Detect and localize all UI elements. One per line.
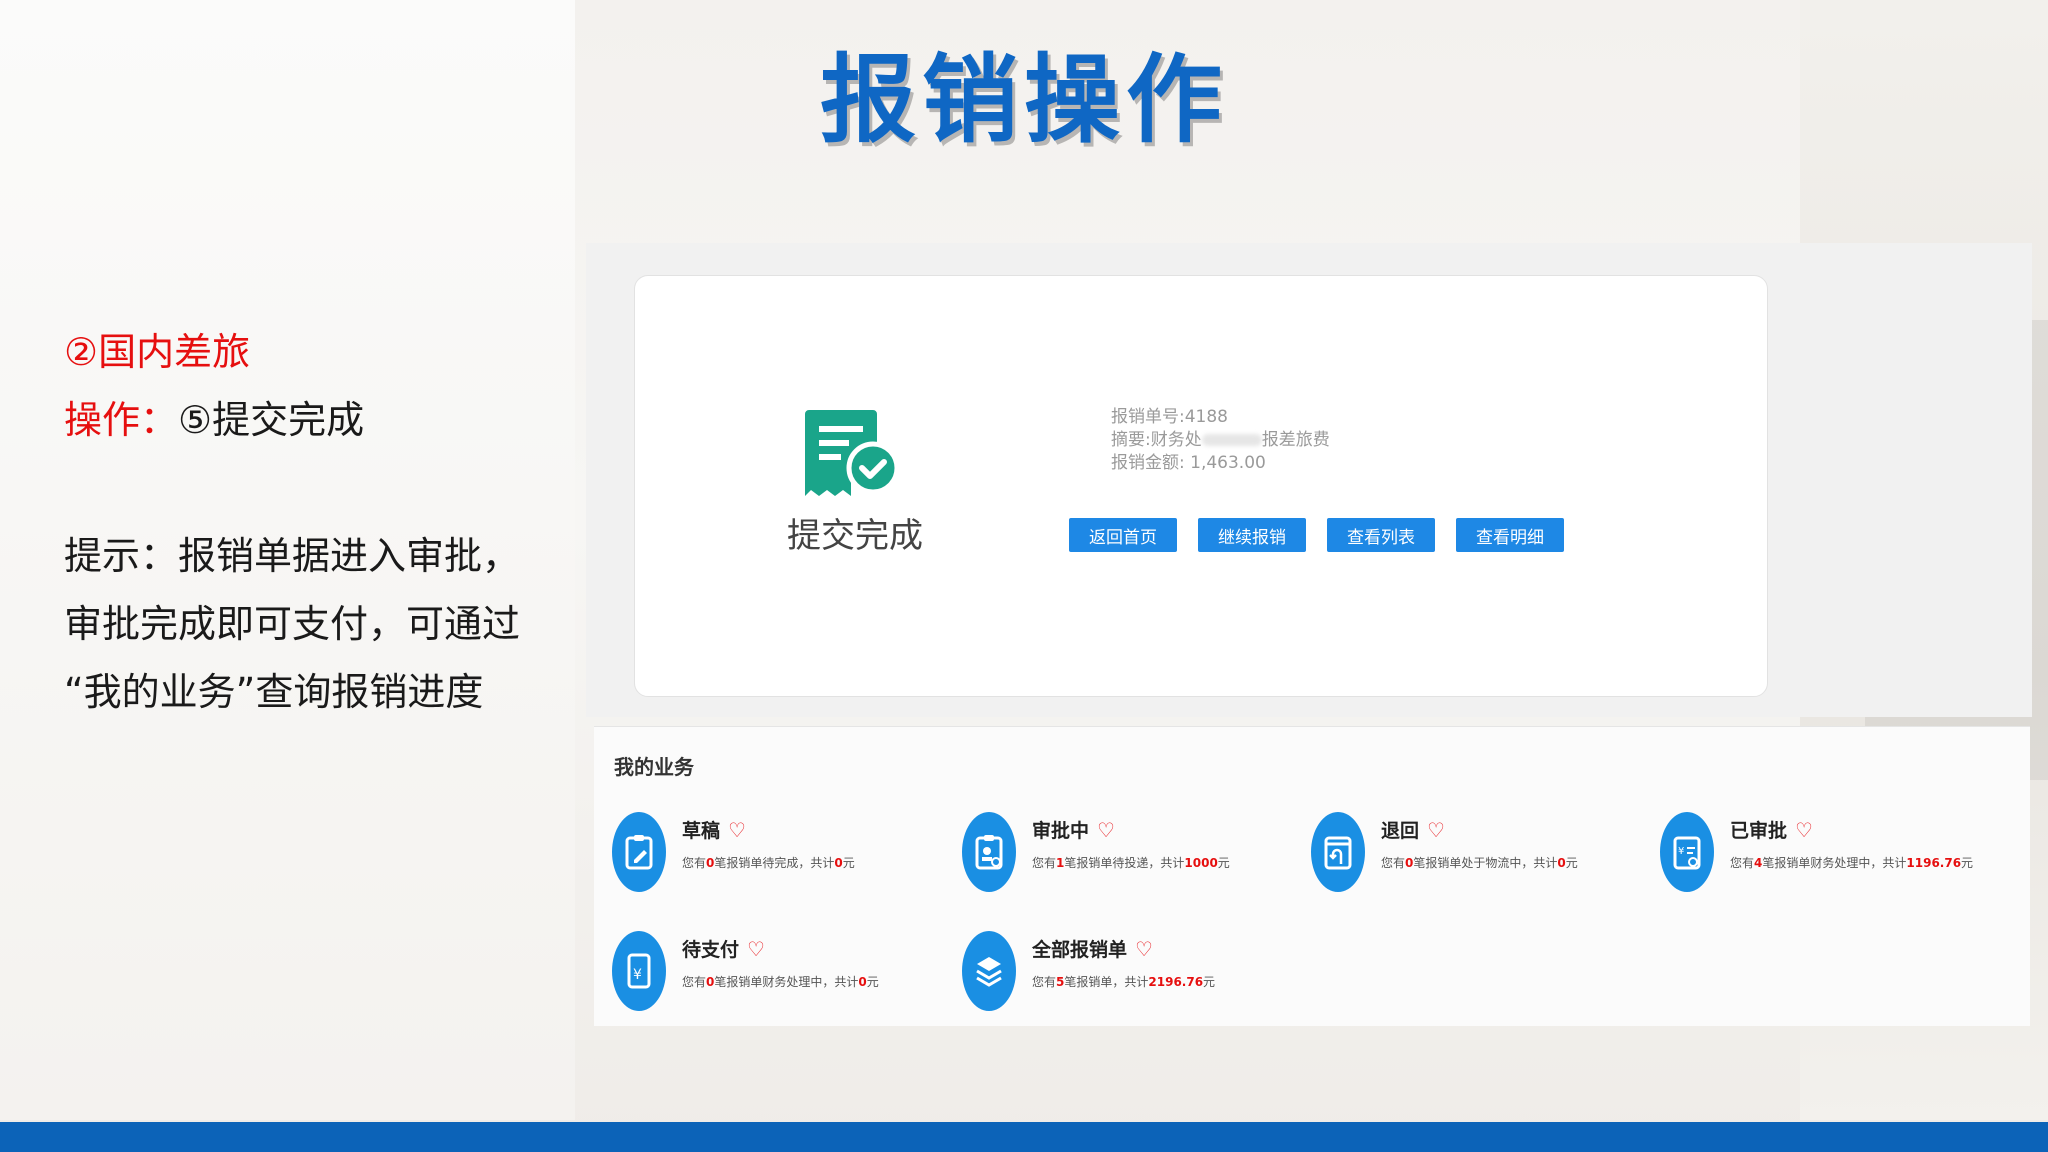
svg-text:¥: ¥ — [1678, 846, 1684, 857]
continue-reimburse-button[interactable]: 继续报销 — [1198, 518, 1306, 552]
operation-label: 操作： — [64, 398, 179, 442]
left-notes: ②国内差旅 操作：⑤提交完成 提示：报销单据进入审批， 审批完成即可支付，可通过… — [64, 318, 564, 726]
heart-outline-icon[interactable]: ♡ — [1097, 818, 1115, 842]
approving-icon — [962, 812, 1016, 892]
submit-panel: 提交完成 报销单号:4188 摘要:财务处 报差旅费 报销金额: 1,463.00… — [586, 243, 2032, 717]
summary-line: 摘要:财务处 报差旅费 — [1111, 429, 1330, 452]
business-name: 已审批 ♡ — [1730, 818, 1813, 842]
all-layers-icon — [962, 931, 1016, 1011]
reimbursement-number: 报销单号:4188 — [1111, 407, 1228, 427]
business-desc: 您有5笔报销单，共计2196.76元 — [1032, 975, 1216, 989]
pending-payment-icon: ¥ — [612, 931, 666, 1011]
receipt-check-icon — [805, 410, 900, 496]
submit-card: 提交完成 报销单号:4188 摘要:财务处 报差旅费 报销金额: 1,463.00… — [634, 275, 1768, 697]
blurred-name — [1201, 434, 1262, 446]
reimbursement-amount: 报销金额: 1,463.00 — [1111, 453, 1266, 473]
heart-outline-icon[interactable]: ♡ — [1795, 818, 1813, 842]
business-name: 草稿 ♡ — [682, 818, 746, 842]
business-name: 退回 ♡ — [1381, 818, 1445, 842]
business-name: 待支付 ♡ — [682, 937, 765, 961]
approved-icon: ¥ — [1660, 812, 1714, 892]
tip-line-2: 审批完成即可支付，可通过 — [64, 602, 521, 646]
business-desc: 您有0笔报销单财务处理中，共计0元 — [682, 975, 879, 989]
my-business-panel: 我的业务 草稿 ♡ 您有0笔报销单待完成，共计0元 审批中 ♡ 您有1笔报销单待投递… — [594, 726, 2030, 1026]
tip-line-3: “我的业务”查询报销进度 — [64, 670, 484, 714]
tip-line-1: 提示：报销单据进入审批， — [64, 534, 521, 578]
business-desc: 您有4笔报销单财务处理中，共计1196.76元 — [1730, 856, 1974, 870]
heart-outline-icon[interactable]: ♡ — [728, 818, 746, 842]
returned-icon — [1311, 812, 1365, 892]
summary-prefix: 摘要:财务处 — [1111, 430, 1202, 450]
business-item-all[interactable]: 全部报销单 ♡ 您有5笔报销单，共计2196.76元 — [954, 931, 1294, 1011]
bottom-bar — [0, 1122, 2048, 1152]
operation-value: ⑤提交完成 — [178, 398, 365, 442]
heart-outline-icon[interactable]: ♡ — [1135, 937, 1153, 961]
svg-text:¥: ¥ — [633, 967, 642, 983]
business-item-approved[interactable]: ¥ 已审批 ♡ 您有4笔报销单财务处理中，共计1196.76元 — [1652, 812, 1992, 892]
return-home-button[interactable]: 返回首页 — [1069, 518, 1177, 552]
draft-icon — [612, 812, 666, 892]
business-desc: 您有0笔报销单待完成，共计0元 — [682, 856, 855, 870]
business-desc: 您有1笔报销单待投递，共计1000元 — [1032, 856, 1230, 870]
page-title: 报销操作 — [820, 44, 1228, 156]
submit-info: 报销单号:4188 摘要:财务处 报差旅费 报销金额: 1,463.00 — [1111, 406, 1330, 475]
business-desc: 您有0笔报销单处于物流中，共计0元 — [1381, 856, 1578, 870]
operation-line: 操作：⑤提交完成 — [64, 386, 564, 454]
action-buttons: 返回首页 继续报销 查看列表 查看明细 — [1069, 518, 1564, 552]
view-list-button[interactable]: 查看列表 — [1327, 518, 1435, 552]
summary-suffix: 报差旅费 — [1261, 430, 1330, 450]
heart-outline-icon[interactable]: ♡ — [1427, 818, 1445, 842]
section-label: ②国内差旅 — [64, 330, 251, 374]
business-name: 审批中 ♡ — [1032, 818, 1115, 842]
business-item-draft[interactable]: 草稿 ♡ 您有0笔报销单待完成，共计0元 — [604, 812, 944, 892]
submit-status-label: 提交完成 — [787, 516, 923, 556]
business-item-pending-payment[interactable]: ¥ 待支付 ♡ 您有0笔报销单财务处理中，共计0元 — [604, 931, 944, 1011]
business-item-approving[interactable]: 审批中 ♡ 您有1笔报销单待投递，共计1000元 — [954, 812, 1294, 892]
business-item-returned[interactable]: 退回 ♡ 您有0笔报销单处于物流中，共计0元 — [1303, 812, 1643, 892]
business-name: 全部报销单 ♡ — [1032, 937, 1153, 961]
view-detail-button[interactable]: 查看明细 — [1456, 518, 1564, 552]
heart-outline-icon[interactable]: ♡ — [747, 937, 765, 961]
my-business-title: 我的业务 — [614, 755, 694, 779]
